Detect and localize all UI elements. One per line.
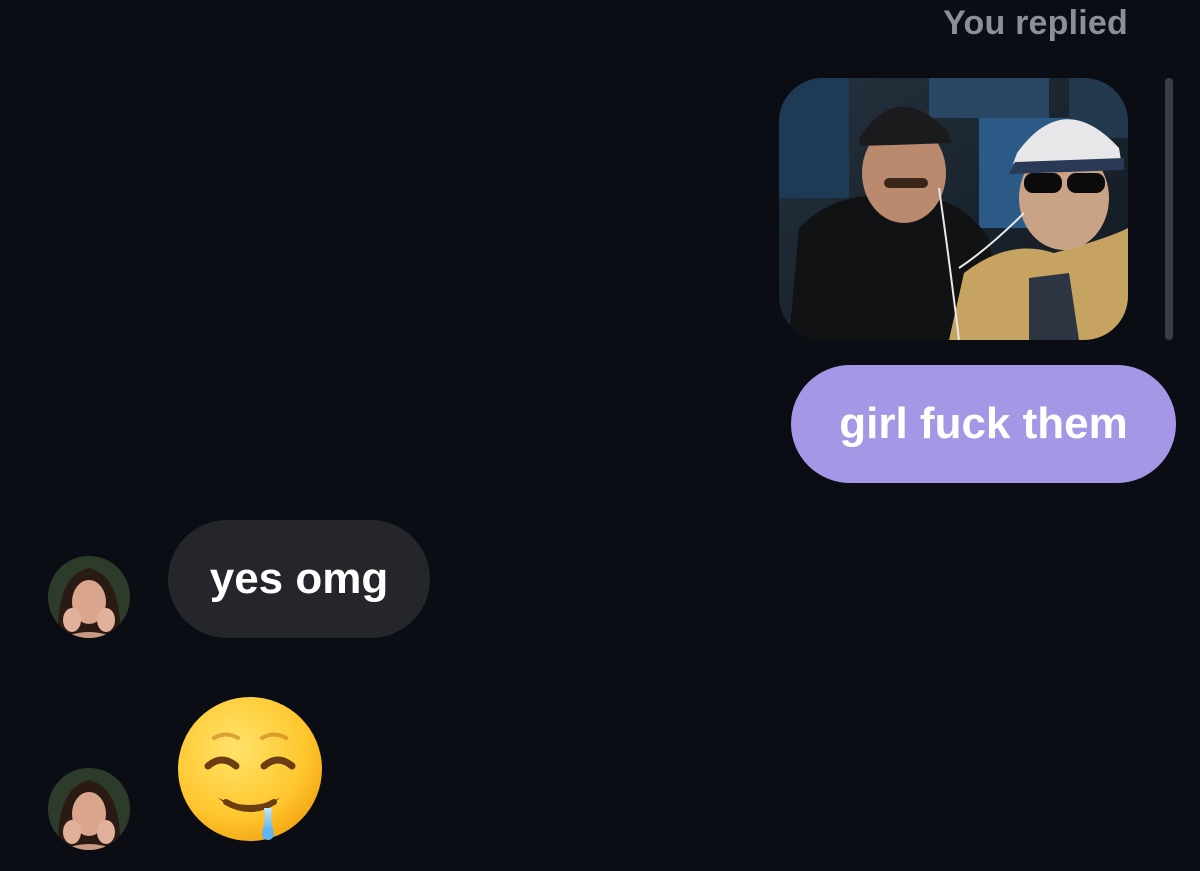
story-photo [779, 78, 1128, 340]
contact-avatar[interactable] [48, 556, 130, 638]
scrollbar[interactable] [1165, 78, 1173, 340]
outgoing-message-bubble[interactable]: girl fuck them [791, 365, 1176, 483]
chat-thread: You replied girl fuck them yes omg [0, 0, 1200, 871]
avatar-photo [48, 556, 130, 638]
you-replied-label: You replied [943, 4, 1128, 42]
replied-story-thumbnail[interactable] [779, 78, 1128, 340]
contact-avatar[interactable] [48, 768, 130, 850]
incoming-message-bubble[interactable]: yes omg [168, 520, 430, 638]
avatar-photo [48, 768, 130, 850]
drooling-face-icon[interactable] [174, 696, 328, 846]
